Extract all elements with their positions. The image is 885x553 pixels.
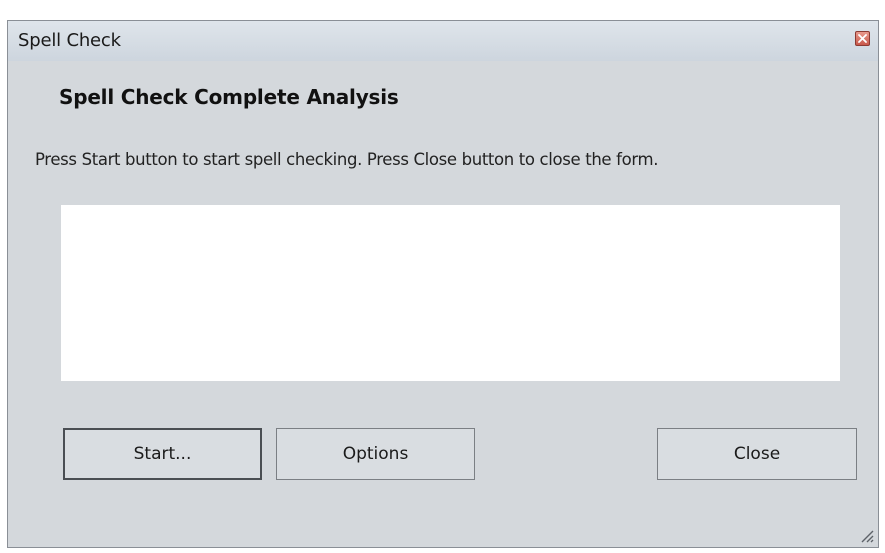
resize-grip-icon[interactable] <box>855 524 875 544</box>
options-button[interactable]: Options <box>276 428 475 480</box>
window-title: Spell Check <box>18 30 121 51</box>
dialog-heading: Spell Check Complete Analysis <box>59 85 399 109</box>
spell-check-dialog: Spell Check Spell Check Complete Analysi… <box>7 20 879 548</box>
title-bar[interactable]: Spell Check <box>8 21 878 61</box>
instruction-text: Press Start button to start spell checki… <box>35 150 659 169</box>
close-button[interactable]: Close <box>657 428 857 480</box>
close-icon[interactable] <box>855 31 870 46</box>
results-box[interactable] <box>61 205 840 381</box>
start-button[interactable]: Start... <box>63 428 262 480</box>
